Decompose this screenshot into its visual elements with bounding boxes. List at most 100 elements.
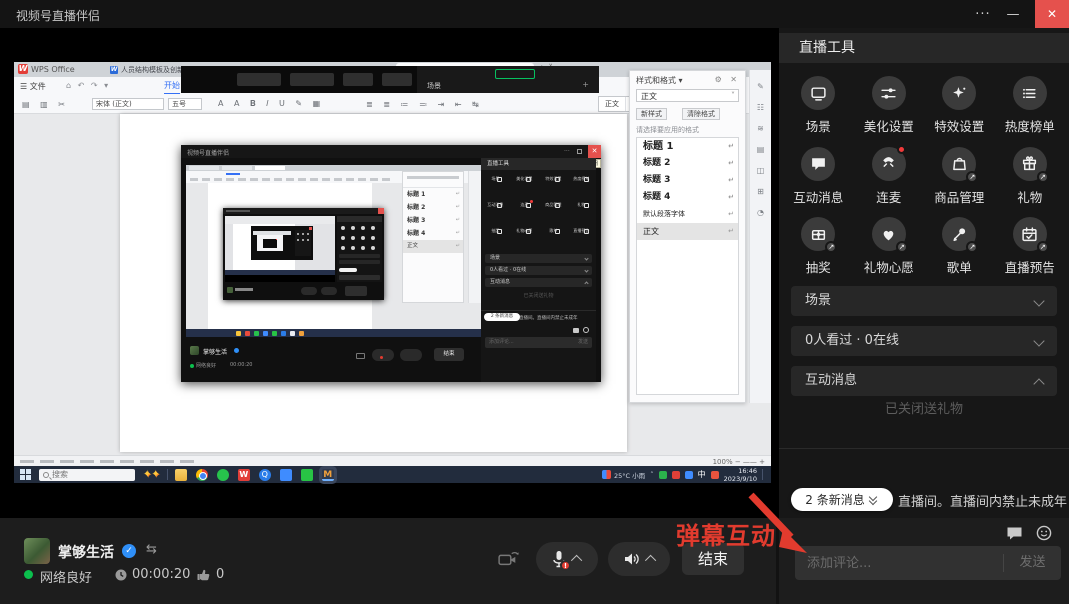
tool-playlist[interactable]: ↗歌单 — [924, 209, 995, 280]
style-entry[interactable]: 标题 1↵ — [637, 138, 738, 155]
close-button[interactable]: ✕ — [1035, 0, 1069, 28]
nested-tools-grid: 场景美化设置特效设置热度榜单互动消息连麦商品管理礼物抽奖礼物心愿歌单直播预告 — [481, 172, 596, 250]
tray-icon-green[interactable] — [659, 471, 667, 479]
source-buttons-strip — [181, 66, 417, 93]
source-button[interactable] — [343, 73, 373, 86]
wechat-icon[interactable] — [301, 469, 313, 481]
tool-preview[interactable]: ↗直播预告 — [995, 209, 1066, 280]
wps-side-rail: ✎☷≋▤◫⊞◔ — [749, 70, 771, 403]
tool-message[interactable]: 互动消息 — [783, 139, 854, 210]
source-button[interactable] — [237, 73, 281, 86]
wps-font-controls[interactable]: 宋体 (正文) 五号 — [92, 98, 202, 110]
style-entry[interactable]: 默认段落字体↵ — [637, 206, 738, 223]
style-entry[interactable]: 标题 4↵ — [637, 189, 738, 206]
external-link-icon: ↗ — [966, 171, 978, 183]
font-name-box[interactable]: 宋体 (正文) — [92, 98, 164, 110]
tool-lottery[interactable]: ↗抽奖 — [783, 209, 854, 280]
external-link-icon: ↗ — [896, 241, 908, 253]
tray-icon-red[interactable] — [672, 471, 680, 479]
window-menu-button[interactable]: ··· — [968, 0, 998, 28]
nested-level3-window — [223, 208, 384, 300]
comment-box: 发送 — [795, 546, 1061, 580]
tray-chevron-icon[interactable]: ˄ — [650, 471, 654, 479]
tool-wish[interactable]: ↗礼物心愿 — [854, 209, 925, 280]
notification-corner[interactable] — [762, 469, 767, 480]
source-button[interactable] — [290, 73, 334, 86]
scene-icon — [801, 76, 835, 110]
tool-scene[interactable]: 场景 — [783, 68, 854, 139]
goods-icon: ↗ — [942, 147, 976, 181]
style-entry[interactable]: 正文↵ — [637, 223, 738, 240]
section-scene[interactable]: 场景 — [791, 286, 1057, 316]
chat-bubble-icon[interactable] — [1006, 526, 1023, 541]
ime-indicator[interactable]: 中 — [698, 469, 706, 480]
send-button[interactable]: 发送 — [1004, 546, 1061, 580]
title-bar: 视频号直播伴侣 ··· — ✕ — [0, 0, 1069, 28]
bottom-bar: 掌够生活 ✓ ⇆ 网络良好 00:00:20 0 ! 结束 发送 — [0, 518, 1069, 604]
wps-file-menu[interactable]: ☰ 文件 — [20, 81, 46, 92]
docs-icon[interactable] — [280, 469, 292, 481]
taskbar-clock[interactable]: 16:462023/9/10 — [724, 467, 757, 483]
tool-gift[interactable]: ↗礼物 — [995, 139, 1066, 210]
wps-menu-tab[interactable]: 开始 — [164, 80, 180, 95]
chevron-up-icon[interactable] — [571, 555, 582, 566]
comment-input[interactable] — [795, 546, 1001, 580]
network-status-dot — [24, 570, 33, 579]
tool-effects[interactable]: 特效设置 — [924, 68, 995, 139]
taskbar-apps: WQ M — [175, 469, 343, 481]
thumbs-up-icon — [196, 567, 211, 582]
tool-phone[interactable]: 连麦 — [854, 139, 925, 210]
double-chevron-down-icon — [869, 495, 879, 505]
sidebar-header: 直播工具 — [779, 33, 1069, 63]
stream-duration: 00:00:20 — [132, 567, 190, 582]
font-size-box[interactable]: 五号 — [168, 98, 202, 110]
section-interactive-messages[interactable]: 互动消息 — [791, 366, 1057, 396]
tray-icon-red2[interactable] — [711, 471, 719, 479]
nested-close-button: ✕ — [588, 145, 601, 158]
chevron-up-icon[interactable] — [644, 555, 655, 566]
styles-dropdown[interactable]: 正文 — [636, 89, 739, 102]
section-viewers[interactable]: 0人看过 · 0在线 — [791, 326, 1057, 356]
wps-quick-icons[interactable]: ⌂ ↶ ↷ ▾ — [66, 81, 110, 90]
taskbar-search[interactable]: 搜索 — [39, 469, 135, 481]
preview-icon: ↗ — [1013, 217, 1047, 251]
camera-toggle-icon[interactable] — [497, 550, 521, 568]
tray-icon-blue[interactable] — [685, 471, 693, 479]
styles-hint: 请选择要应用的格式 — [636, 125, 699, 135]
app-window: 视频号直播伴侣 ··· — ✕ 关 WWPS Office W人员结构模板及创新… — [0, 0, 1069, 604]
start-button[interactable] — [20, 469, 31, 480]
chrome-icon[interactable] — [196, 469, 208, 481]
emoji-icon[interactable] — [1036, 525, 1052, 541]
m-app-icon[interactable]: M — [322, 469, 334, 481]
add-scene-icon[interactable]: + — [582, 80, 589, 89]
wps-icon[interactable]: W — [238, 469, 250, 481]
new-style-button[interactable]: 新样式 — [636, 108, 667, 120]
verified-badge-icon: ✓ — [122, 544, 136, 558]
tool-goods[interactable]: ↗商品管理 — [924, 139, 995, 210]
confirm-button-outline[interactable] — [495, 69, 535, 79]
notification-dot — [897, 145, 906, 154]
weather-widget[interactable]: 25°C 小雨 — [602, 470, 645, 480]
style-entry[interactable]: 标题 3↵ — [637, 172, 738, 189]
source-button[interactable] — [382, 73, 412, 86]
nested-level4-window — [251, 226, 313, 260]
streamer-avatar[interactable] — [24, 538, 50, 564]
wps-paste-tools[interactable]: ▤ ▥ ✂ — [22, 98, 69, 110]
speaker-button[interactable] — [608, 542, 670, 576]
tool-ranking[interactable]: 热度榜单 — [995, 68, 1066, 139]
clear-format-button[interactable]: 清除格式 — [682, 108, 720, 120]
gift-icon: ↗ — [1013, 147, 1047, 181]
folder-icon[interactable] — [175, 469, 187, 481]
switch-account-icon[interactable]: ⇆ — [146, 542, 157, 557]
qq-browser-icon[interactable]: Q — [259, 469, 271, 481]
tool-beauty[interactable]: 美化设置 — [854, 68, 925, 139]
browser-green-icon[interactable] — [217, 469, 229, 481]
styles-panel-controls[interactable]: ⚙ ✕ — [715, 75, 740, 84]
style-entry[interactable]: 标题 2↵ — [637, 155, 738, 172]
microphone-button[interactable]: ! — [536, 542, 598, 576]
wps-paragraph-icons[interactable]: ≣ ≣ ≔ ≕ ⇥ ⇤ ↹ — [366, 98, 483, 110]
window-title: 视频号直播伴侣 — [16, 7, 100, 24]
zoom-controls[interactable]: 100% − —— + — [713, 458, 765, 466]
wps-format-icons[interactable]: A A 𝐁 𝐼 U ✎ ▦ — [218, 98, 324, 110]
widgets-icon[interactable]: ✦✦ — [143, 469, 160, 480]
